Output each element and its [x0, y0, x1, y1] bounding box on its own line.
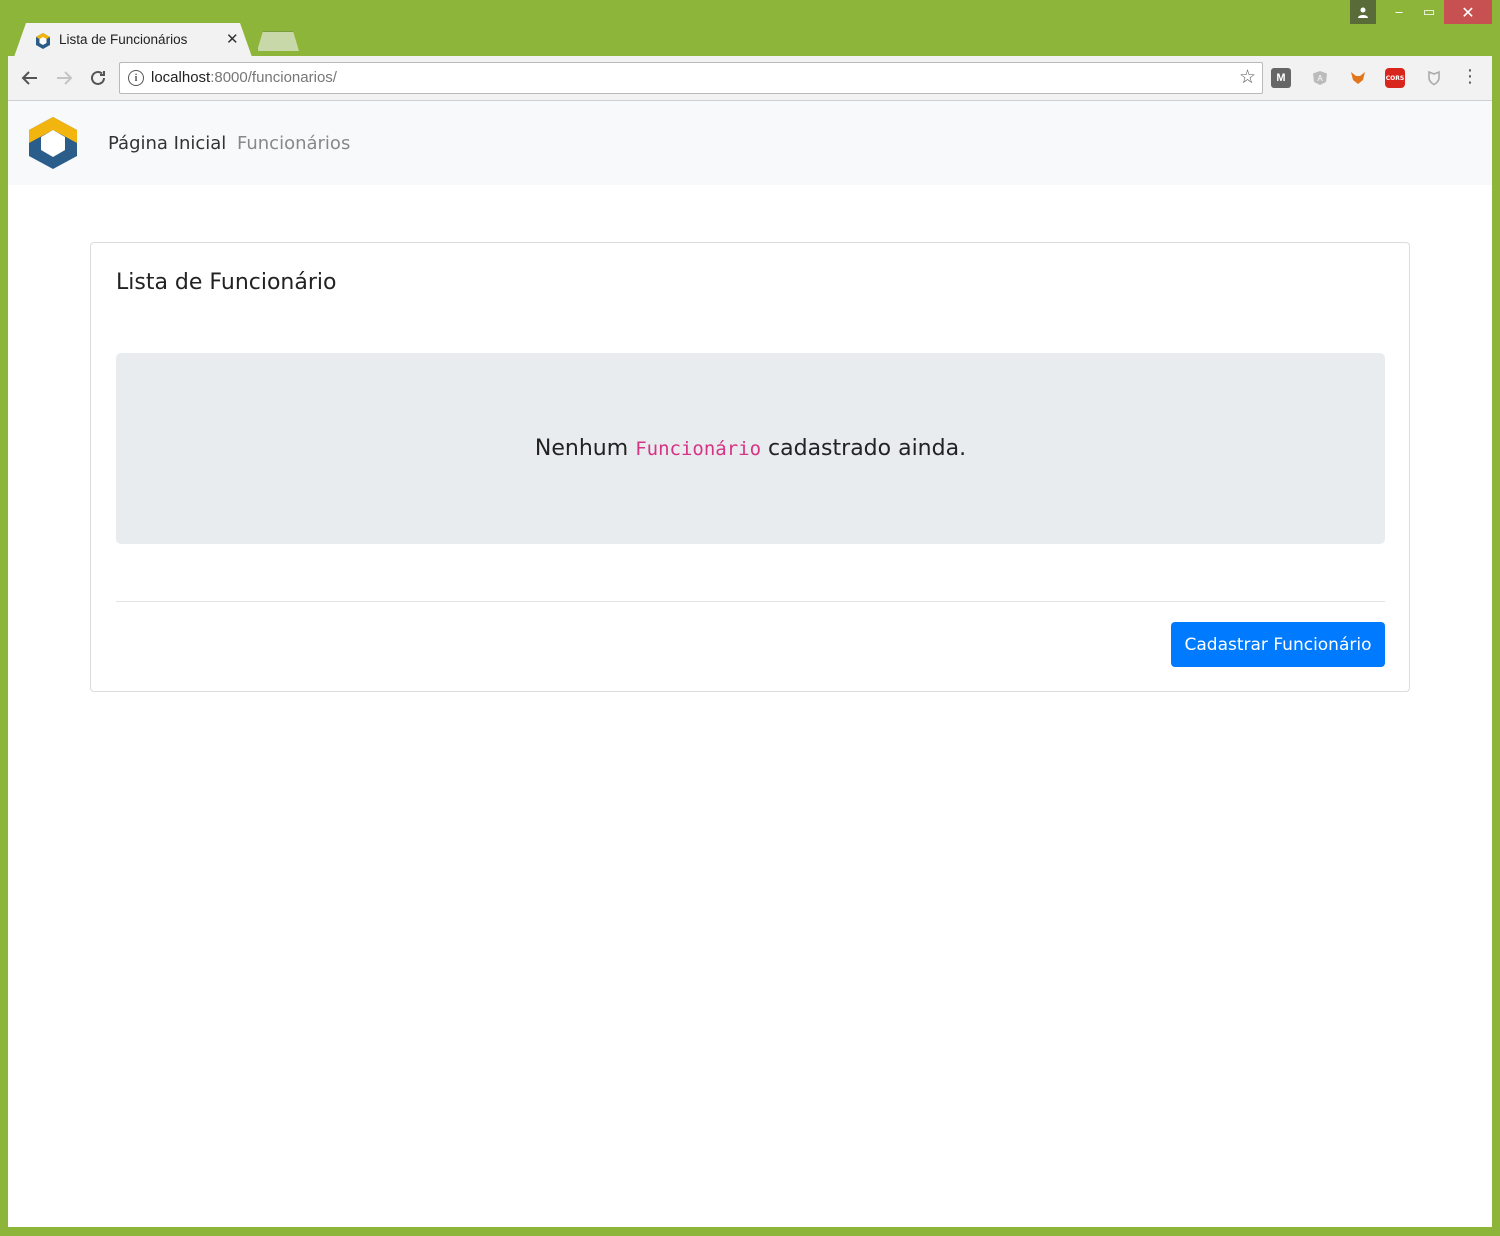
back-arrow-icon: [21, 71, 37, 85]
browser-toolbar: i localhost:8000/funcionarios/ ☆ M A COR…: [8, 56, 1492, 101]
forward-arrow-icon: [57, 71, 73, 85]
nav-link-funcionarios[interactable]: Funcionários: [237, 133, 350, 154]
page-viewport: Página Inicial Funcionários Lista de Fun…: [8, 101, 1492, 1227]
tab-close-icon[interactable]: ✕: [226, 30, 239, 48]
address-bar[interactable]: i localhost:8000/funcionarios/ ☆: [119, 62, 1263, 94]
m-extension-icon[interactable]: M: [1271, 68, 1291, 88]
empty-state-message: Nenhum Funcionário cadastrado ainda.: [535, 436, 966, 461]
close-icon: ✕: [1461, 2, 1475, 22]
forward-button[interactable]: [52, 66, 76, 90]
window-titlebar: ‒ ▭ ✕ Lista de Funcionários ✕: [0, 0, 1500, 57]
reload-icon: [91, 70, 105, 85]
tab-title: Lista de Funcionários: [59, 32, 188, 47]
navbar: Página Inicial Funcionários: [8, 101, 1492, 185]
new-tab-button[interactable]: [257, 31, 299, 51]
nav-link-home[interactable]: Página Inicial: [108, 133, 226, 154]
close-window-button[interactable]: ✕: [1444, 0, 1492, 24]
empty-state-code: Funcionário: [635, 438, 762, 460]
card-divider: [116, 601, 1385, 602]
profile-icon[interactable]: [1350, 0, 1376, 24]
shield-extension-icon[interactable]: [1424, 68, 1444, 88]
brand-logo-icon[interactable]: [26, 115, 80, 171]
empty-state-prefix: Nenhum: [534, 436, 629, 461]
bookmark-star-icon[interactable]: ☆: [1239, 66, 1256, 88]
info-icon[interactable]: i: [128, 70, 144, 86]
back-button[interactable]: [18, 66, 42, 90]
reload-button[interactable]: [86, 66, 110, 90]
angular-extension-icon[interactable]: A: [1310, 68, 1330, 88]
card-title: Lista de Funcionário: [116, 270, 337, 295]
cors-extension-icon[interactable]: CORS: [1385, 68, 1405, 88]
window-controls: ‒ ▭ ✕: [1350, 0, 1492, 26]
url-text[interactable]: localhost:8000/funcionarios/: [151, 69, 337, 86]
add-employee-button[interactable]: Cadastrar Funcionário: [1171, 622, 1385, 667]
employee-list-card: Lista de Funcionário Nenhum Funcionário …: [90, 242, 1410, 692]
fox-extension-icon[interactable]: [1348, 68, 1368, 88]
browser-tab[interactable]: Lista de Funcionários ✕: [14, 23, 252, 57]
maximize-button[interactable]: ▭: [1414, 0, 1444, 24]
minimize-button[interactable]: ‒: [1384, 0, 1414, 24]
minimize-icon: ‒: [1394, 4, 1404, 20]
empty-state-suffix: cadastrado ainda.: [768, 436, 967, 461]
maximize-icon: ▭: [1422, 4, 1436, 20]
favicon-icon: [36, 33, 50, 49]
browser-menu-icon[interactable]: ⋮: [1460, 66, 1480, 87]
empty-state-jumbotron: Nenhum Funcionário cadastrado ainda.: [116, 353, 1385, 544]
svg-text:A: A: [1317, 74, 1323, 83]
